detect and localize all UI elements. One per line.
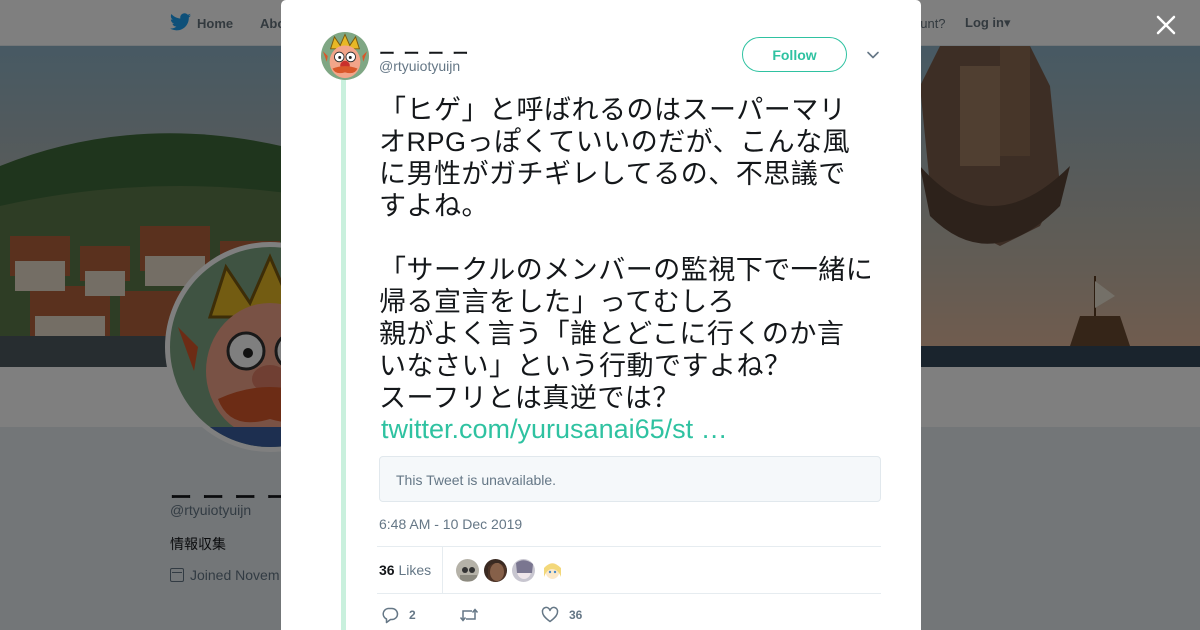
like-action[interactable]: 36 [541,604,582,626]
liker-avatar[interactable] [483,558,508,583]
stats-divider [442,547,443,593]
tweet-paragraph: 「ヒゲ」と呼ばれるのはスーパーマリ オRPGっぽくていいのだが、こんな風 に男性… [379,95,851,221]
retweet-icon[interactable] [459,606,479,624]
likes-label: Likes [398,562,432,578]
retweet-action[interactable] [459,604,489,626]
avatar-image [321,32,369,80]
tweet-stats: 36 Likes [377,546,881,594]
liker-avatar[interactable] [539,558,564,583]
liker-avatar[interactable] [511,558,536,583]
close-icon[interactable] [1152,11,1180,39]
likes-stat[interactable]: 36 Likes [379,562,431,578]
tweet-link[interactable]: twitter.com/yurusanai65/st … [381,413,728,445]
follow-button[interactable]: Follow [742,37,847,72]
reply-action[interactable]: 2 [381,604,416,626]
reply-icon[interactable] [381,606,399,624]
chevron-down-icon[interactable] [865,47,881,63]
tweet-timestamp[interactable]: 6:48 AM - 10 Dec 2019 [379,516,522,532]
tweet-text: 「ヒゲ」と呼ばれるのはスーパーマリ オRPGっぽくていいのだが、こんな風 に男性… [379,94,889,414]
tweet-actions: 2 36 [381,604,681,626]
tweet-author-avatar[interactable] [321,32,369,80]
thread-line [341,80,346,630]
tweet-paragraph: 「サークルのメンバーの監視下で一緒に 帰る宣言をした」ってむしろ 親がよく言う「… [379,255,874,413]
like-count: 36 [569,608,583,622]
reply-count: 2 [409,608,416,622]
likes-count: 36 [379,562,395,578]
quote-unavailable-text: This Tweet is unavailable. [396,472,557,488]
tweet-author-handle[interactable]: @rtyuiotyuijn [379,58,460,74]
tweet-modal: ー ー ー ー @rtyuiotyuijn Follow 「ヒゲ」と呼ばれるのは… [281,0,921,630]
liker-avatar[interactable] [455,558,480,583]
heart-icon[interactable] [541,606,559,624]
quoted-tweet-unavailable: This Tweet is unavailable. [379,456,881,502]
